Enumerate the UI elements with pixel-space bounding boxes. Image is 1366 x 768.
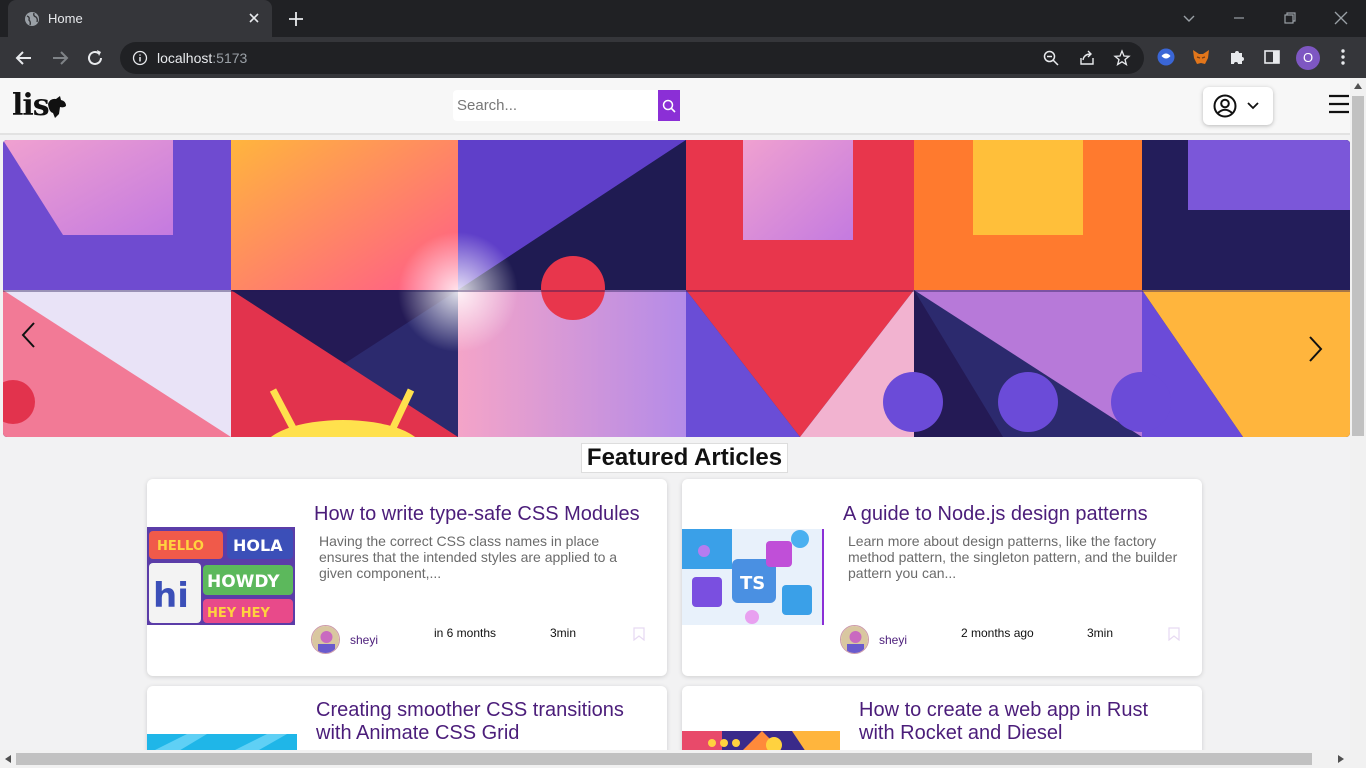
user-menu-button[interactable] [1203,87,1273,125]
article-card[interactable]: Creating smoother CSS transitions with A… [147,686,667,750]
profile-avatar[interactable]: O [1296,46,1320,70]
search-button[interactable] [658,90,680,121]
info-icon[interactable] [132,50,148,66]
close-icon[interactable] [246,10,262,26]
bookmark-icon[interactable] [633,627,645,641]
hamburger-menu-icon[interactable] [1328,94,1350,114]
browser-tab[interactable]: Home [8,0,272,37]
article-date: in 6 months [434,626,497,640]
site-header: lis [0,78,1350,135]
thumb-word-hello: HELLO [157,539,204,554]
url-text: localhost:5173 [157,50,248,66]
metamask-fox-icon[interactable] [1191,47,1211,67]
author-name[interactable]: sheyi [350,633,378,647]
star-icon[interactable] [1113,49,1131,67]
kebab-menu-icon[interactable] [1333,47,1353,67]
globe-icon [25,12,39,26]
article-date: 2 months ago [961,626,1034,640]
article-thumbnail [682,731,840,750]
site-logo[interactable]: lis [12,88,50,123]
article-card[interactable]: TS A guide to Node.js design patterns Le… [682,479,1202,676]
article-thumbnail: TS [682,529,824,625]
scroll-left-arrow-icon[interactable] [5,755,11,763]
zoom-icon[interactable] [1042,49,1060,67]
scroll-up-arrow-icon[interactable] [1354,83,1362,89]
vertical-scrollbar-thumb[interactable] [1352,96,1364,436]
logo-dog-icon [48,96,66,118]
forward-arrow-icon[interactable] [49,47,71,69]
read-time: 3min [1087,626,1114,640]
carousel-prev-arrow-icon[interactable] [19,320,39,350]
page-viewport: lis Search... Featured Articles HELLO HO… [0,78,1350,750]
horizontal-scrollbar-thumb[interactable] [16,753,1312,765]
new-tab-icon[interactable] [286,9,306,29]
restore-icon[interactable] [1280,8,1300,28]
article-title[interactable]: Creating smoother CSS transitions with A… [316,699,646,745]
article-excerpt: Learn more about design patterns, like t… [848,533,1178,581]
hero-banner-image [3,140,1350,437]
search-input[interactable] [453,90,658,121]
user-circle-icon [1213,94,1237,118]
read-time: 3min [550,626,577,640]
tab-title: Home [48,11,83,26]
bookmark-icon[interactable] [1168,627,1180,641]
article-card[interactable]: How to create a web app in Rust with Roc… [682,686,1202,750]
search-icon [662,99,676,113]
back-arrow-icon[interactable] [13,47,35,69]
thumb-word-hola: HOLA [233,536,283,555]
chevron-down-icon [1247,102,1259,110]
article-title[interactable]: How to write type-safe CSS Modules [314,503,659,526]
author-name[interactable]: sheyi [879,633,907,647]
tab-search-chevron-icon[interactable] [1179,8,1199,28]
article-title[interactable]: A guide to Node.js design patterns [843,503,1188,526]
share-icon[interactable] [1078,49,1096,67]
horizontal-scrollbar[interactable] [0,750,1350,768]
vertical-scrollbar[interactable] [1350,78,1366,768]
minimize-icon[interactable] [1229,8,1249,28]
featured-articles-heading: Featured Articles [581,443,788,473]
extensions-puzzle-icon[interactable] [1227,47,1247,67]
browser-toolbar: localhost:5173 O [0,37,1366,78]
article-card[interactable]: HELLO HOLA hi HOWDY HEY HEY How to write… [147,479,667,676]
thumb-word-ts: TS [740,573,765,594]
side-panel-icon[interactable] [1262,47,1282,67]
article-thumbnail [147,734,297,750]
carousel-next-arrow-icon[interactable] [1305,334,1325,364]
thumb-word-hi: hi [153,576,189,616]
reload-icon[interactable] [84,47,106,69]
article-title[interactable]: How to create a web app in Rust with Roc… [859,699,1189,745]
browser-tabstrip: Home [0,0,1366,37]
hero-carousel [3,140,1350,437]
thumb-word-hey-hey: HEY HEY [207,606,270,621]
author-avatar [840,625,869,654]
extension-chat-icon[interactable] [1156,47,1176,67]
window-close-icon[interactable] [1331,8,1351,28]
address-bar[interactable]: localhost:5173 [120,42,1144,74]
article-thumbnail: HELLO HOLA hi HOWDY HEY HEY [147,527,295,625]
author-avatar [311,625,340,654]
article-excerpt: Having the correct CSS class names in pl… [319,533,618,581]
thumb-word-howdy: HOWDY [207,572,280,592]
scroll-right-arrow-icon[interactable] [1338,755,1344,763]
